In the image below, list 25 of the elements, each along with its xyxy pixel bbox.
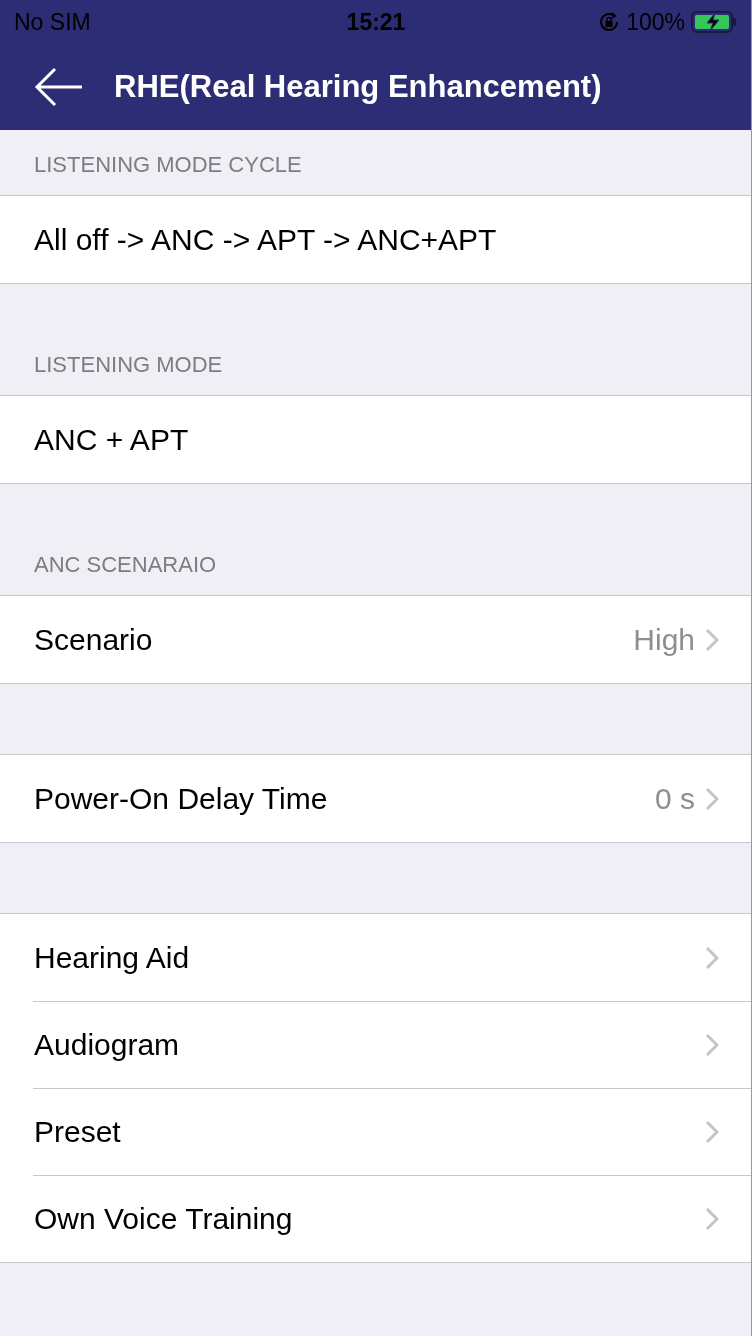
section-header: LISTENING MODE CYCLE <box>33 151 303 179</box>
back-arrow-icon[interactable] <box>34 67 84 107</box>
row-label: Own Voice Training <box>34 1201 294 1236</box>
row-label: Audiogram <box>34 1027 181 1062</box>
chevron-icon <box>705 627 719 652</box>
row-label: Scenario <box>34 622 154 657</box>
section-header: ANC SCENARAIO <box>33 551 218 579</box>
section-header: LISTENING MODE <box>33 351 224 379</box>
nav-title: RHE(Real Hearing Enhancement) <box>114 69 602 105</box>
row-label: Power-On Delay Time <box>34 781 329 816</box>
chevron-icon <box>705 1206 719 1231</box>
status-time: 15:21 <box>346 8 406 36</box>
carrier-label: No SIM <box>14 8 91 36</box>
row-label: ANC + APT <box>34 422 190 457</box>
chevron-icon <box>705 1032 719 1057</box>
chevron-icon <box>705 945 719 970</box>
row-value: 0 s <box>654 781 695 816</box>
chevron-icon <box>705 786 719 811</box>
row-label: Preset <box>34 1114 122 1149</box>
row-label: All off -> ANC -> APT -> ANC+APT <box>34 222 498 257</box>
orientation-lock-icon <box>598 11 621 33</box>
chevron-icon <box>705 1119 719 1144</box>
row-value: High <box>633 622 695 657</box>
battery-percent: 100% <box>626 8 685 36</box>
row-label: Hearing Aid <box>34 940 191 975</box>
